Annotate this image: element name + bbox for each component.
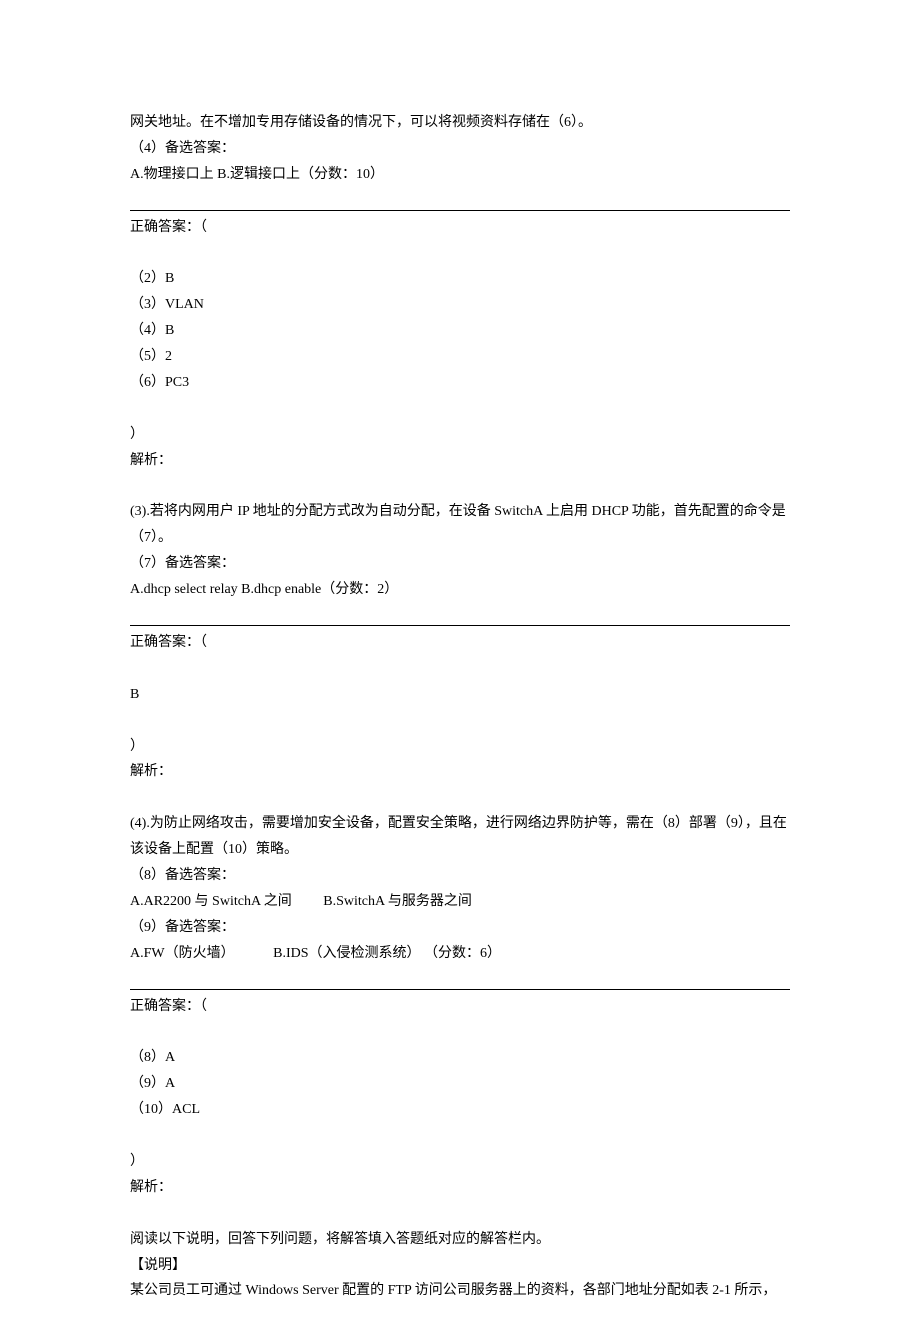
q2-close: ） bbox=[130, 422, 790, 448]
q4-answer-label: 正确答案：（ bbox=[130, 994, 790, 1020]
q2-opt4-choices: A.物理接口上 B.逻辑接口上（分数：10） bbox=[130, 162, 790, 188]
q4-answer-8: （8）A bbox=[130, 1045, 790, 1071]
q2-parse-label: 解析： bbox=[130, 448, 790, 474]
q4-opt9-label: （9）备选答案： bbox=[130, 915, 790, 941]
q2-intro: 网关地址。在不增加专用存储设备的情况下，可以将视频资料存储在（6）。 bbox=[130, 110, 790, 136]
q4-answer-9: （9）A bbox=[130, 1071, 790, 1097]
q2-opt4-label: （4）备选答案： bbox=[130, 136, 790, 162]
q3-parse-label: 解析： bbox=[130, 759, 790, 785]
blank bbox=[130, 396, 790, 422]
q2-answer-5: （5）2 bbox=[130, 344, 790, 370]
blank bbox=[130, 1201, 790, 1227]
q5-shuoming: 【说明】 bbox=[130, 1253, 790, 1279]
q2-answer-6: （6）PC3 bbox=[130, 370, 790, 396]
q3-opt7-choices: A.dhcp select relay B.dhcp enable（分数：2） bbox=[130, 577, 790, 603]
q4-text: (4).为防止网络攻击，需要增加安全设备，配置安全策略，进行网络边界防护等，需在… bbox=[130, 811, 790, 863]
q4-opt8-choices: A.AR2200 与 SwitchA 之间 B.SwitchA 与服务器之间 bbox=[130, 889, 790, 915]
blank bbox=[130, 656, 790, 682]
q3-opt7-label: （7）备选答案： bbox=[130, 551, 790, 577]
q3-close: ） bbox=[130, 734, 790, 760]
q5-body: 某公司员工可通过 Windows Server 配置的 FTP 访问公司服务器上… bbox=[130, 1278, 790, 1304]
q3-answer-label: 正确答案：（ bbox=[130, 630, 790, 656]
blank bbox=[130, 474, 790, 500]
divider bbox=[130, 989, 790, 990]
q4-parse-label: 解析： bbox=[130, 1175, 790, 1201]
q4-opt8-label: （8）备选答案： bbox=[130, 863, 790, 889]
blank bbox=[130, 1123, 790, 1149]
q4-close: ） bbox=[130, 1149, 790, 1175]
q2-answer-label: 正确答案：（ bbox=[130, 215, 790, 241]
q2-answer-4: （4）B bbox=[130, 318, 790, 344]
q3-answer: B bbox=[130, 682, 790, 708]
divider bbox=[130, 625, 790, 626]
blank bbox=[130, 708, 790, 734]
q2-answer-3: （3）VLAN bbox=[130, 292, 790, 318]
divider bbox=[130, 210, 790, 211]
q4-opt9-choices: A.FW（防火墙） B.IDS（入侵检测系统） （分数：6） bbox=[130, 941, 790, 967]
q3-text: (3).若将内网用户 IP 地址的分配方式改为自动分配，在设备 SwitchA … bbox=[130, 499, 790, 551]
q5-intro: 阅读以下说明，回答下列问题，将解答填入答题纸对应的解答栏内。 bbox=[130, 1227, 790, 1253]
blank bbox=[130, 1020, 790, 1046]
blank bbox=[130, 241, 790, 267]
document-page: 网关地址。在不增加专用存储设备的情况下，可以将视频资料存储在（6）。 （4）备选… bbox=[0, 0, 920, 1344]
q4-answer-10: （10）ACL bbox=[130, 1097, 790, 1123]
q2-answer-2: （2）B bbox=[130, 266, 790, 292]
blank bbox=[130, 785, 790, 811]
